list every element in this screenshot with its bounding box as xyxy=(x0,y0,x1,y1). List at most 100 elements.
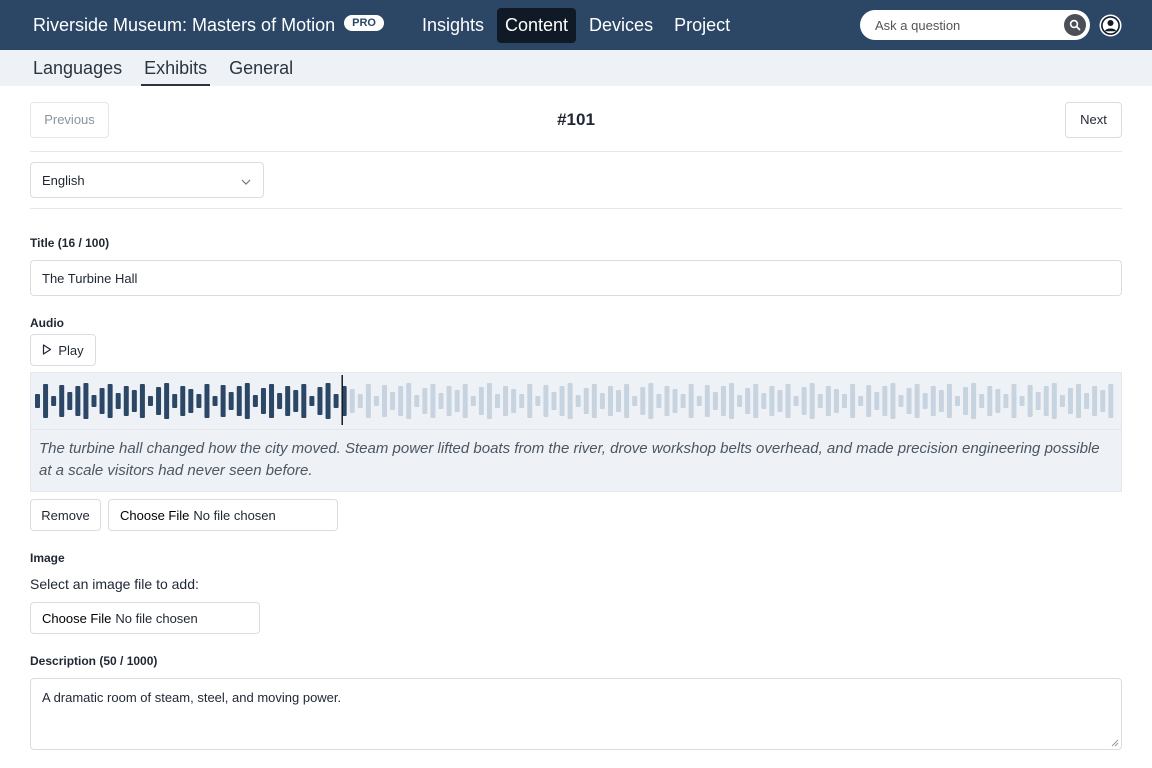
waveform-bar xyxy=(737,395,743,407)
waveform-bar xyxy=(470,396,476,406)
waveform-bar xyxy=(1035,392,1041,410)
waveform-bar xyxy=(422,388,428,414)
waveform-bar xyxy=(640,387,646,415)
waveform-bar xyxy=(519,394,525,408)
tab-languages[interactable]: Languages xyxy=(30,58,125,86)
nav-project[interactable]: Project xyxy=(666,8,738,43)
waveform-bar xyxy=(75,386,81,416)
waveform-bar xyxy=(906,388,912,414)
waveform-bar xyxy=(858,396,864,406)
waveform-bar xyxy=(946,384,952,418)
waveform-bar xyxy=(139,384,145,418)
waveform-bar xyxy=(987,386,993,416)
audio-waveform[interactable] xyxy=(31,373,1121,429)
waveform-bar xyxy=(664,386,670,416)
description-label: Description (50 / 1000) xyxy=(30,654,158,668)
language-select[interactable]: English xyxy=(30,162,264,198)
waveform-bar xyxy=(672,389,678,413)
play-button[interactable]: Play xyxy=(30,334,96,366)
waveform-bar xyxy=(511,389,517,413)
waveform-bar xyxy=(567,383,573,419)
waveform-bar xyxy=(325,383,331,419)
waveform-bar xyxy=(188,389,194,413)
choose-file-button[interactable]: Choose File xyxy=(42,611,111,626)
nav-devices[interactable]: Devices xyxy=(581,8,661,43)
next-button[interactable]: Next xyxy=(1065,101,1122,138)
waveform-bar xyxy=(478,387,484,415)
waveform-bar xyxy=(99,388,105,414)
waveform-bar xyxy=(712,392,718,410)
search-input[interactable] xyxy=(875,17,1055,33)
app-title[interactable]: Riverside Museum: Masters of Motion xyxy=(33,15,335,36)
waveform-bar xyxy=(963,387,969,415)
waveform-bar xyxy=(398,386,404,416)
previous-button[interactable]: Previous xyxy=(30,101,109,138)
waveform-bar xyxy=(277,393,283,409)
chevron-down-icon xyxy=(241,173,251,188)
waveform-bar xyxy=(729,383,735,419)
waveform-bar xyxy=(543,385,549,417)
waveform-bar xyxy=(648,383,654,419)
waveform-bar xyxy=(785,384,791,418)
waveform-bar xyxy=(825,386,831,416)
waveform-bar xyxy=(971,383,977,419)
waveform-bar xyxy=(260,388,266,414)
waveform-bar xyxy=(842,394,847,408)
waveform-bar xyxy=(793,396,799,406)
waveform-bar xyxy=(196,394,202,408)
waveform-bar xyxy=(922,393,928,409)
waveform-bar xyxy=(252,395,258,407)
waveform-bar xyxy=(180,386,186,416)
choose-file-button[interactable]: Choose File xyxy=(120,508,189,523)
waveform-bar xyxy=(1003,394,1009,408)
waveform-bar xyxy=(761,393,767,409)
record-pager: Previous #101 Next xyxy=(30,86,1122,152)
tab-exhibits[interactable]: Exhibits xyxy=(141,58,211,86)
tab-general[interactable]: General xyxy=(226,58,296,86)
waveform-bar xyxy=(147,396,153,406)
remove-audio-button[interactable]: Remove xyxy=(30,499,101,531)
waveform-bar xyxy=(269,384,275,418)
waveform-bar xyxy=(753,384,759,418)
exhibit-editor: Previous #101 Next English Title (16 / 1… xyxy=(0,86,1152,750)
waveform-bar xyxy=(83,383,89,419)
waveform-bar xyxy=(35,394,40,408)
waveform-bar xyxy=(616,390,622,412)
nav-content[interactable]: Content xyxy=(497,7,577,43)
search-icon[interactable] xyxy=(1064,14,1086,36)
nav-insights[interactable]: Insights xyxy=(414,8,492,43)
audio-file-input[interactable]: Choose File No file chosen xyxy=(108,499,338,531)
waveform-bar xyxy=(156,387,162,415)
record-id: #101 xyxy=(557,110,595,129)
waveform-bar xyxy=(809,383,815,419)
waveform-bar xyxy=(486,383,492,419)
waveform-bar xyxy=(575,395,581,407)
waveform-bar xyxy=(535,396,541,406)
language-value: English xyxy=(42,172,85,188)
waveform-graphic[interactable] xyxy=(31,373,1123,429)
waveform-bar xyxy=(890,383,896,419)
resize-grip-icon[interactable] xyxy=(1111,739,1119,747)
waveform-bar xyxy=(1043,386,1049,416)
waveform-bar xyxy=(850,384,856,418)
waveform-bar xyxy=(164,383,170,419)
waveform-bar xyxy=(123,386,129,416)
waveform-bar xyxy=(874,392,880,410)
pro-badge: PRO xyxy=(344,15,384,31)
audio-file-row: Remove Choose File No file chosen xyxy=(30,499,1122,531)
waveform-bar xyxy=(1011,384,1017,418)
waveform-bar xyxy=(688,384,694,418)
waveform-bar xyxy=(454,390,460,412)
waveform-bar xyxy=(244,383,250,419)
waveform-bar xyxy=(656,394,662,408)
description-textarea[interactable]: A dramatic room of steam, steel, and mov… xyxy=(30,678,1122,750)
waveform-bar xyxy=(301,384,307,418)
title-input[interactable]: The Turbine Hall xyxy=(30,260,1122,296)
waveform-bar xyxy=(462,384,468,418)
language-row: English xyxy=(30,152,1122,209)
image-file-input[interactable]: Choose File No file chosen xyxy=(30,602,260,634)
description-value: A dramatic room of steam, steel, and mov… xyxy=(42,690,342,705)
waveform-bar xyxy=(583,388,589,414)
waveform-bar xyxy=(1108,384,1114,418)
user-circle-icon[interactable] xyxy=(1099,14,1122,37)
